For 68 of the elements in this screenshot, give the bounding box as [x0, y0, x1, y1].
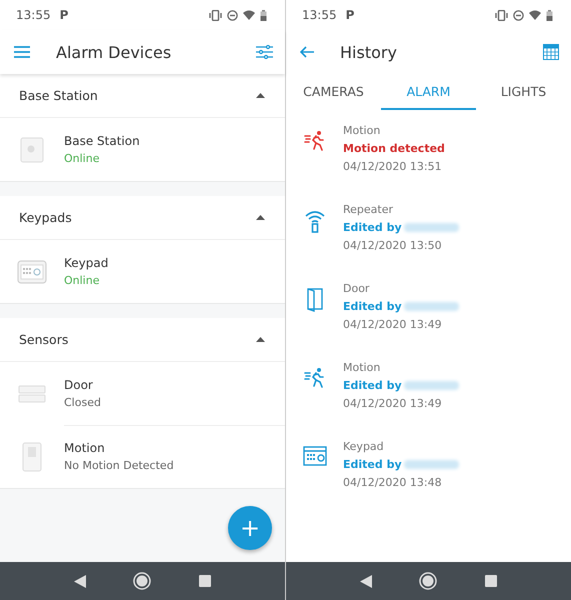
event-message: Motion detected [343, 142, 445, 155]
section-header: Base Station [19, 88, 99, 103]
status-time: 13:55 [16, 8, 51, 22]
recents-nav-icon[interactable] [199, 575, 212, 587]
home-nav-icon[interactable] [419, 572, 438, 590]
event-time: 04/12/2020 13:49 [343, 318, 443, 331]
running-person-icon [304, 367, 326, 389]
section-header: Keypads [19, 210, 73, 225]
repeater-wifi-icon [304, 209, 326, 233]
calendar-icon[interactable] [543, 44, 559, 60]
wifi-icon [243, 10, 255, 20]
home-nav-icon[interactable] [133, 572, 152, 590]
battery-icon [546, 10, 553, 20]
event-message: Edited by [343, 300, 402, 313]
event-time: 04/12/2020 13:48 [343, 476, 443, 489]
tab[interactable]: CAMERAS [286, 74, 381, 110]
event-message: Edited by [343, 221, 402, 234]
redacted-name [404, 302, 459, 311]
redacted-name [404, 460, 459, 469]
event-time: 04/12/2020 13:49 [343, 397, 443, 410]
do-not-disturb-icon [227, 10, 238, 20]
redacted-name [404, 381, 459, 390]
screen-title: History [340, 42, 398, 62]
base-station-device-icon [20, 136, 44, 162]
device-status: Closed [64, 396, 102, 408]
device-name[interactable]: Motion [64, 441, 285, 455]
device-name[interactable]: Base Station [64, 134, 285, 148]
event-message: Edited by [343, 379, 402, 392]
keypad-device-icon [17, 260, 47, 284]
back-nav-icon[interactable] [74, 574, 86, 588]
motion-sensor-device-icon [22, 442, 42, 472]
device-name[interactable]: Door [64, 378, 285, 392]
collapse-caret-icon[interactable] [256, 215, 265, 220]
collapse-caret-icon[interactable] [256, 93, 265, 98]
back-arrow-icon[interactable] [300, 46, 314, 58]
keypad-icon [302, 446, 326, 466]
event-device: Door [343, 282, 370, 295]
back-nav-icon[interactable] [360, 574, 372, 588]
event-device: Motion [343, 124, 382, 137]
event-device: Motion [343, 361, 382, 374]
device-name[interactable]: Keypad [64, 256, 285, 270]
tab[interactable]: LIGHTS [476, 74, 571, 110]
event-device: Keypad [343, 440, 385, 453]
redacted-name [404, 223, 459, 232]
event-message: Edited by [343, 458, 402, 471]
vibrate-icon [209, 10, 222, 20]
door-sensor-device-icon [18, 384, 46, 402]
menu-icon[interactable] [14, 46, 30, 58]
running-person-icon [304, 130, 326, 152]
recents-nav-icon[interactable] [485, 575, 498, 587]
door-icon [306, 288, 322, 312]
app-notification-letter: P [60, 8, 68, 22]
event-device: Repeater [343, 203, 394, 216]
filter-sliders-icon[interactable] [256, 45, 273, 59]
status-time: 13:55 [302, 8, 337, 22]
section-header: Sensors [19, 332, 70, 347]
collapse-caret-icon[interactable] [256, 337, 265, 342]
wifi-icon [529, 10, 541, 20]
device-status: Online [64, 152, 100, 165]
screen-title: Alarm Devices [56, 42, 172, 62]
device-status: No Motion Detected [64, 459, 175, 472]
device-status: Online [64, 274, 100, 287]
battery-icon [260, 10, 267, 20]
do-not-disturb-icon [513, 10, 524, 20]
event-time: 04/12/2020 13:50 [343, 239, 443, 252]
app-notification-letter: P [346, 8, 354, 22]
vibrate-icon [495, 10, 508, 20]
event-time: 04/12/2020 13:51 [343, 160, 443, 173]
